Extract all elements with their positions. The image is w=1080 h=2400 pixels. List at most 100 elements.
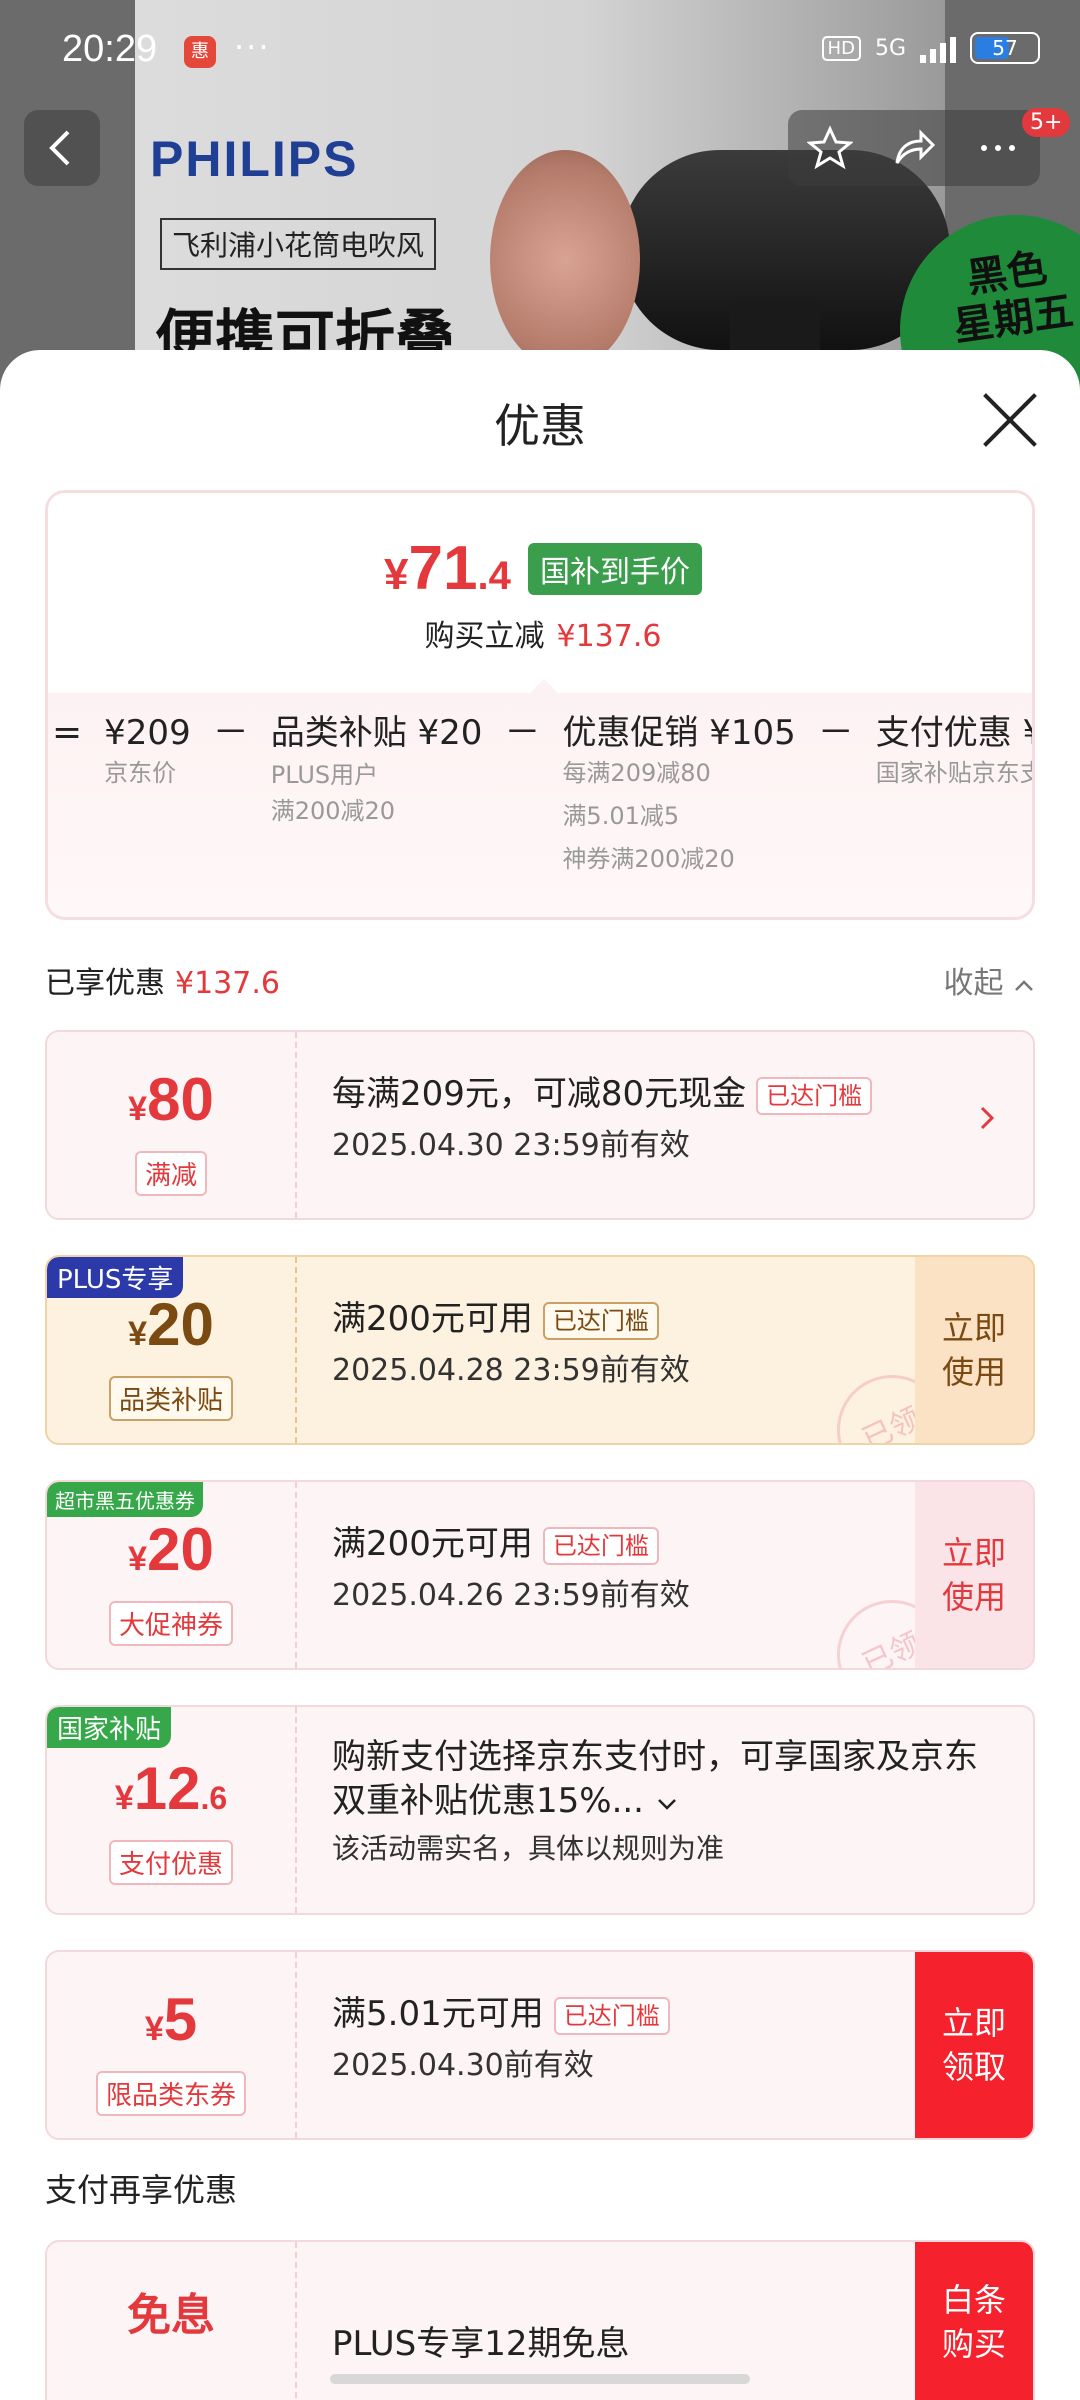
screen: PHILIPS 飞利浦小花筒电吹风 便携可折叠 黑色 星期五 20:29 惠 ·…	[0, 0, 1080, 2400]
coupon-amount: ¥20	[47, 1293, 295, 1366]
coupon-value: ¥20 大促神券	[47, 1482, 297, 1668]
price-breakdown-area: = ¥209 京东价 － 品类补贴 ¥20 PLUS用户 满200减20 － 优…	[48, 693, 1032, 917]
coupon-title-row: 购新支付选择京东支付时，可享国家及京东双重补贴优惠15%...	[332, 1735, 983, 1823]
breakdown-op: －	[504, 712, 541, 753]
breakdown-note: 每满209减80	[562, 759, 711, 787]
action-line-2: 购买	[941, 2325, 1006, 2363]
more-icon[interactable]	[975, 125, 1021, 171]
breakdown-head: 支付优惠 ¥12.6	[875, 713, 1032, 753]
product-subtitle: 飞利浦小花筒电吹风	[160, 218, 437, 270]
action-label: 立即 使用	[942, 1306, 1006, 1394]
chevron-left-icon	[49, 130, 70, 166]
breakdown-note: 国家补贴京东支付	[875, 759, 1032, 787]
price-breakdown: = ¥209 京东价 － 品类补贴 ¥20 PLUS用户 满200减20 － 优…	[48, 712, 1032, 879]
collapse-button[interactable]: 收起	[943, 958, 1035, 1002]
breakdown-promotion: 优惠促销 ¥105 每满209减80 满5.01减5 神券满200减20	[562, 713, 795, 879]
back-button[interactable]	[24, 110, 100, 186]
coupon-validity: 2025.04.26 23:59前有效	[332, 1578, 690, 1613]
coupon-amount-int: 80	[147, 1066, 214, 1133]
coupon-value: ¥12.6 支付优惠	[47, 1707, 297, 1913]
home-indicator[interactable]	[330, 2374, 750, 2384]
interest-free-label: 免息	[127, 2291, 215, 2340]
use-now-button[interactable]: 立即 使用	[915, 1482, 1033, 1668]
hd-icon: HD	[821, 35, 861, 61]
brand-logo: PHILIPS	[150, 131, 359, 187]
sheet-title: 优惠	[494, 399, 586, 453]
coupon-promo-voucher: 超市黑五优惠券 ¥20 大促神券 满200元可用 已达门槛 2025.04.26 …	[45, 1480, 1035, 1670]
coupon-amount-int: 20	[147, 1291, 214, 1358]
chevron-down-icon[interactable]	[655, 1796, 679, 1812]
final-price-currency: ¥	[384, 550, 409, 599]
coupon-validity: 2025.04.30前有效	[332, 2048, 594, 2083]
enjoyed-discount: 已享优惠 ¥137.6	[45, 958, 280, 1002]
chevron-up-icon	[1015, 980, 1033, 991]
coupon-amount-int: 5	[163, 1986, 198, 2053]
coupon-title: 每满209元，可减80元现金	[332, 1074, 747, 1114]
coupon-value: ¥20 品类补贴	[47, 1257, 297, 1443]
use-now-button[interactable]: 立即 使用	[915, 1257, 1033, 1443]
coupon-note: 该活动需实名，具体以规则为准	[332, 1832, 725, 1865]
breakdown-note: PLUS用户	[270, 761, 379, 789]
instant-cut-label: 购买立减	[424, 619, 545, 654]
coupon-info: 满200元可用 已达门槛 2025.04.28 23:59前有效	[332, 1297, 893, 1389]
final-price: ¥71.4	[384, 534, 511, 603]
coupon-amount: ¥12.6	[47, 1757, 295, 1830]
final-price-dec: .4	[477, 554, 511, 598]
action-line-2: 领取	[941, 2048, 1006, 2086]
favorite-star-icon[interactable]	[807, 125, 853, 171]
breakdown-head: 优惠促销 ¥105	[562, 713, 796, 753]
instant-cut-line: 购买立减 ¥137.6	[48, 611, 1032, 655]
action-line-1: 立即	[941, 1309, 1006, 1347]
coupon-plus-category: PLUS专享 ¥20 品类补贴 满200元可用 已达门槛 2025.04.28 2…	[45, 1255, 1035, 1445]
coupon-currency: ¥	[128, 1315, 148, 1353]
pay-more-discount-title: 支付再享优惠	[45, 2171, 238, 2209]
network-type: 5G	[874, 35, 906, 61]
close-icon[interactable]	[980, 390, 1040, 450]
baitiao-buy-button[interactable]: 白条 购买	[915, 2242, 1033, 2400]
coupon-amount: ¥5	[47, 1988, 295, 2061]
coupon-currency: ¥	[144, 2010, 164, 2048]
action-line-2: 使用	[941, 1578, 1006, 1616]
coupon-amount-int: 12	[133, 1755, 201, 1822]
action-label: 立即 使用	[942, 1531, 1006, 1619]
breakdown-jd-price: ¥209 京东价	[104, 713, 191, 879]
installment-info: PLUS专享12期免息	[332, 2322, 893, 2366]
installment-title: PLUS专享12期免息	[332, 2324, 630, 2364]
coupon-currency: ¥	[128, 1540, 148, 1578]
status-icons: HD 5G 57	[821, 32, 1040, 64]
coupon-type: 限品类东券	[95, 2071, 246, 2116]
battery-icon: 57	[970, 32, 1040, 64]
enjoyed-label: 已享优惠	[45, 966, 165, 1001]
coupon-amount: ¥20	[47, 1518, 295, 1591]
breakdown-note: 京东价	[104, 759, 177, 787]
coupon-type: 支付优惠	[108, 1840, 233, 1885]
coupon-title-row: 满200元可用 已达门槛	[332, 1297, 893, 1341]
action-line-1: 立即	[941, 2004, 1006, 2042]
coupon-title: 满200元可用	[332, 1299, 533, 1339]
hair-dryer-nozzle	[490, 150, 640, 370]
claim-now-button[interactable]: 立即 领取	[915, 1952, 1033, 2138]
threshold-met-tag: 已达门槛	[553, 1996, 670, 2035]
breakdown-head: ¥209	[104, 713, 191, 753]
breakdown-head: 品类补贴 ¥20	[270, 713, 483, 753]
coupon-value: ¥80 满减	[47, 1032, 297, 1218]
breakdown-op: －	[212, 712, 249, 753]
coupon-type: 满减	[134, 1151, 207, 1196]
coupon-amount-int: 20	[147, 1516, 214, 1583]
coupon-full-reduction[interactable]: ¥80 满减 每满209元，可减80元现金 已达门槛 2025.04.30 23:…	[45, 1030, 1035, 1220]
action-label: 立即 领取	[942, 2001, 1006, 2089]
coupon-amount-dec: .6	[200, 1780, 228, 1816]
coupon-type: 品类补贴	[108, 1376, 233, 1421]
final-price-line: ¥71.4 国补到手价	[48, 533, 1032, 604]
signal-icon	[920, 33, 956, 63]
action-line-2: 使用	[941, 1353, 1006, 1391]
coupon-validity: 2025.04.30 23:59前有效	[332, 1128, 690, 1163]
app-notification-icon: 惠	[184, 36, 216, 68]
coupon-title: 满5.01元可用	[332, 1994, 544, 2034]
status-bar: 20:29 惠 ··· HD 5G 57	[0, 0, 1080, 100]
coupon-type: 大促神券	[108, 1601, 233, 1646]
breakdown-op: －	[817, 712, 854, 753]
share-icon[interactable]	[891, 125, 937, 171]
coupon-payment-discount: 国家补贴 ¥12.6 支付优惠 购新支付选择京东支付时，可享国家及京东双重补贴优…	[45, 1705, 1035, 1915]
coupon-title-row: 每满209元，可减80元现金 已达门槛	[332, 1072, 893, 1116]
